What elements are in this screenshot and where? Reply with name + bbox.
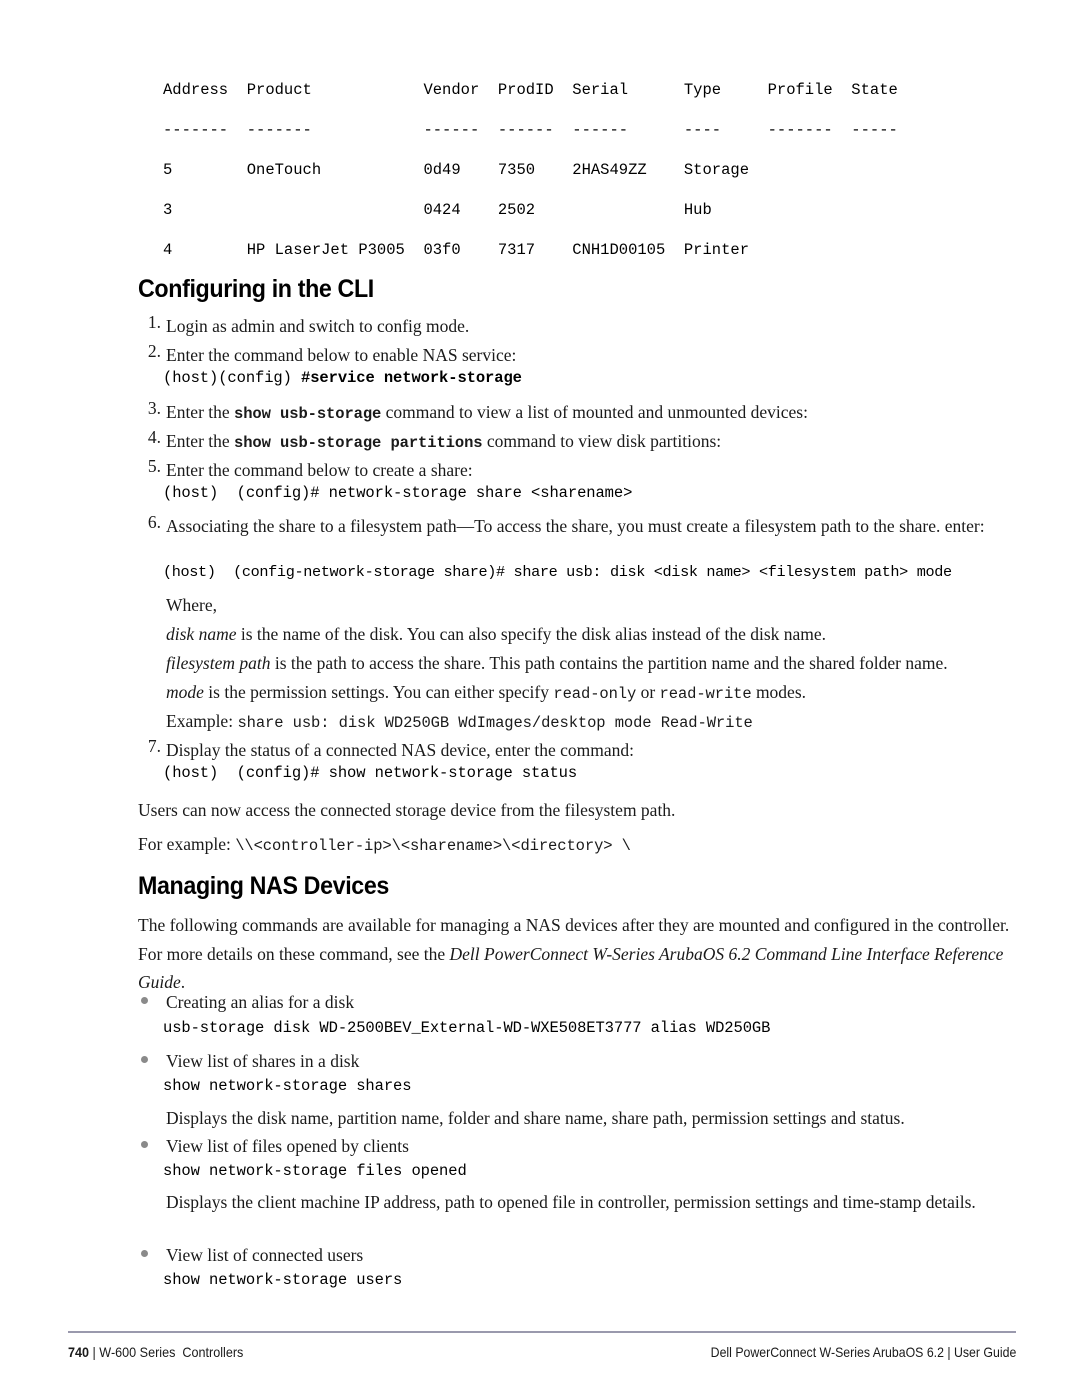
step-5-command: (host) (config)# network-storage share <… [163,484,633,502]
step-4-text: Enter the show usb-storage partitions co… [166,427,1026,458]
step-1-text: Login as admin and switch to config mode… [166,316,470,336]
list-item-command: usb-storage disk WD-2500BEV_External-WD-… [163,1019,771,1037]
definition-text: is the path to access the share. This pa… [270,653,948,673]
list-number: 7. [147,736,161,756]
step-2-command: (host)(config) #service network-storage [163,369,522,387]
list-item-description: Displays the client machine IP address, … [166,1192,976,1212]
example-share-command: Example: share usb: disk WD250GB WdImage… [166,707,1016,738]
table-row: 4 HP LaserJet P3005 03f0 7317 CNH1D00105… [163,241,749,259]
footer-separator: | [89,1344,100,1360]
inline-command: show usb-storage [234,405,382,423]
example-label: For example: [138,834,236,854]
step-3-suffix: command to view a list of mounted and un… [381,402,808,422]
step-7-command: (host) (config)# show network-storage st… [163,764,578,782]
definition-text: is the permission settings. You can eith… [203,682,554,702]
step-6-command: (host) (config-network-storage share)# s… [163,563,952,581]
bullet-icon [141,1056,148,1063]
step-4-suffix: command to view disk partitions: [482,431,722,451]
definition-text: is the name of the disk. You can also sp… [236,624,827,644]
list-number: 5. [147,456,161,476]
bullet-icon [141,1141,148,1148]
inline-command-read-write: read-write [659,685,752,703]
step-4-prefix: Enter the [166,431,235,451]
heading-managing-nas-devices: Managing NAS Devices [138,872,389,900]
definition-mode: mode is the permission settings. You can… [166,678,1016,709]
document-page: Address Product Vendor ProdID Serial Typ… [0,0,1080,1397]
definition-filesystem-path: filesystem path is the path to access th… [166,649,1016,678]
list-number: 6. [147,512,161,532]
step-7-text: Display the status of a connected NAS de… [166,740,634,760]
list-item-description: Displays the disk name, partition name, … [166,1108,905,1128]
command-prompt: (host)(config) [163,369,302,387]
footer-divider [68,1331,1016,1333]
list-number: 4. [147,427,161,447]
term-disk-name: disk name [166,624,237,644]
term-mode: mode [166,682,204,702]
list-number: 2. [147,341,161,361]
definition-text: or [636,682,660,702]
list-item-command: show network-storage users [163,1271,403,1289]
list-item-label: View list of shares in a disk [166,1051,360,1071]
table-line-divider: ------- ------- ------ ------ ------ ---… [163,121,898,139]
term-filesystem-path: filesystem path [166,653,271,673]
step-3-prefix: Enter the [166,402,235,422]
command-text: #service network-storage [301,369,522,387]
footer-page-number: 740 [68,1344,90,1360]
inline-command: show usb-storage partitions [234,434,483,452]
list-number: 1. [147,312,161,332]
bullet-icon [141,1250,148,1257]
managing-intro-paragraph: The following commands are available for… [138,911,1018,997]
example-command: share usb: disk WD250GB WdImages/desktop… [237,714,753,732]
step-6-text: Associating the share to a filesystem pa… [166,516,985,536]
list-item-command: show network-storage shares [163,1077,412,1095]
step-5-text: Enter the command below to create a shar… [166,460,473,480]
table-row: 3 0424 2502 Hub [163,201,712,219]
list-item-label: Creating an alias for a disk [166,992,355,1012]
footer-page-info: 740 | W-600 Series Controllers [68,1344,243,1360]
example-label: Example: [166,711,238,731]
step-3-text: Enter the show usb-storage command to vi… [166,398,1026,429]
where-label: Where, [166,595,218,615]
filesystem-path-example: For example: \\<controller-ip>\<sharenam… [138,830,1018,861]
list-item-command: show network-storage files opened [163,1162,467,1180]
table-line-header: Address Product Vendor ProdID Serial Typ… [163,81,898,99]
definition-text: modes. [751,682,807,702]
example-unc-path: \\<controller-ip>\<sharename>\<directory… [235,837,631,855]
heading-configuring-in-the-cli: Configuring in the CLI [138,275,374,303]
footer-guide-title: Dell PowerConnect W-Series ArubaOS 6.2 |… [710,1344,1016,1360]
bullet-icon [141,997,148,1004]
list-item-label: View list of files opened by clients [166,1136,409,1156]
step-2-text: Enter the command below to enable NAS se… [166,345,517,365]
footer-series-title: W-600 Series Controllers [99,1344,244,1360]
inline-command-read-only: read-only [553,685,637,703]
definition-disk-name: disk name is the name of the disk. You c… [166,620,1016,649]
users-access-note: Users can now access the connected stora… [138,800,676,820]
list-item-label: View list of connected users [166,1245,364,1265]
list-number: 3. [147,398,161,418]
usb-device-table-output: Address Product Vendor ProdID Serial Typ… [163,70,898,270]
table-row: 5 OneTouch 0d49 7350 2HAS49ZZ Storage [163,161,749,179]
